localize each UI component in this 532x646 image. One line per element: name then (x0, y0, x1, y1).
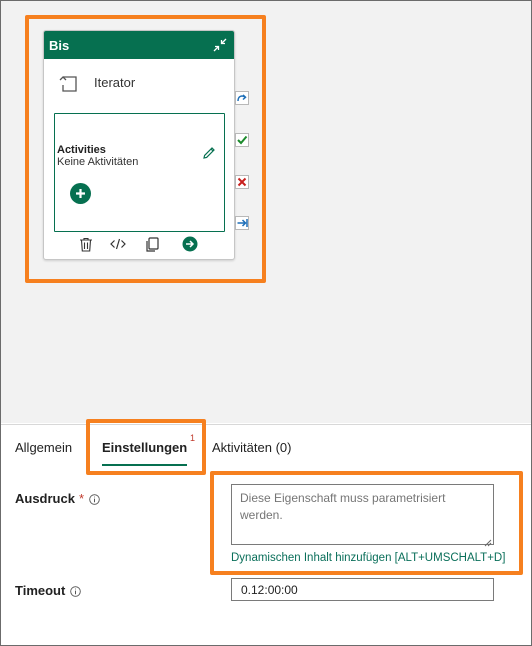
edit-pencil-icon[interactable] (202, 146, 216, 160)
settings-error-badge: 1 (190, 433, 196, 443)
code-icon[interactable] (110, 236, 126, 252)
tab-activities[interactable]: Aktivitäten (0) (212, 440, 291, 455)
info-icon[interactable] (89, 493, 100, 505)
timeout-label-text: Timeout (15, 583, 66, 598)
add-activity-icon[interactable] (70, 183, 91, 204)
failure-x-icon[interactable] (235, 175, 249, 189)
activity-toolbar (44, 233, 234, 255)
collapse-icon[interactable] (212, 37, 228, 53)
expression-input[interactable] (231, 484, 494, 545)
info-icon[interactable] (70, 585, 82, 597)
add-dynamic-content-link[interactable]: Dynamischen Inhalt hinzufügen [ALT+UMSCH… (231, 552, 505, 564)
iterator-icon (58, 71, 80, 93)
tab-settings[interactable]: Einstellungen (102, 440, 187, 455)
activity-title: Bis (49, 37, 70, 53)
activity-header: Bis (44, 31, 234, 59)
skip-icon[interactable] (235, 91, 249, 105)
activity-type-row: Iterator (44, 59, 234, 105)
delete-icon[interactable] (78, 236, 94, 252)
active-tab-indicator (102, 464, 187, 466)
expression-label: Ausdruck * (15, 491, 100, 506)
expression-label-text: Ausdruck (15, 491, 75, 506)
timeout-input[interactable] (231, 578, 494, 601)
copy-icon[interactable] (144, 236, 160, 252)
tab-general[interactable]: Allgemein (15, 440, 72, 455)
inner-activities-container[interactable]: Activities Keine Aktivitäten (54, 113, 225, 232)
properties-tabs: Allgemein Einstellungen 1 Aktivitäten (0… (1, 424, 531, 468)
until-activity-card[interactable]: Bis Iterator Activities Keine Aktivitäte… (43, 30, 235, 260)
activity-type-label: Iterator (94, 74, 136, 90)
timeout-label: Timeout (15, 583, 82, 598)
go-arrow-icon[interactable] (182, 236, 198, 252)
resize-grip-icon[interactable] (483, 534, 492, 547)
required-marker: * (78, 491, 85, 506)
activities-title: Activities (57, 144, 106, 156)
success-check-icon[interactable] (235, 133, 249, 147)
activities-empty-text: Keine Aktivitäten (57, 156, 139, 168)
completion-arrow-icon[interactable] (235, 216, 249, 230)
